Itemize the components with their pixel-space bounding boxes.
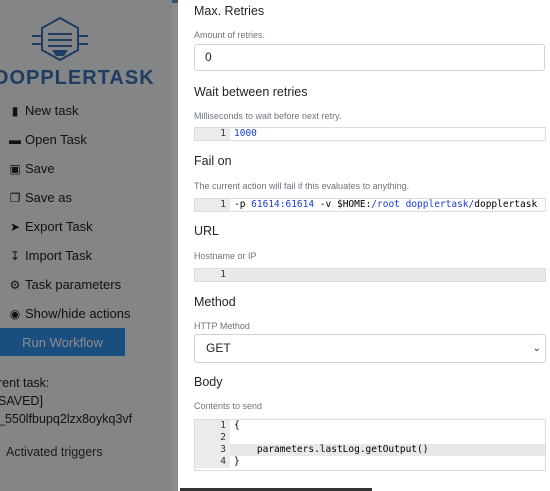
code-line: 2 — [195, 432, 545, 444]
fail-on-help: The current action will fail if this eva… — [194, 181, 410, 191]
code-text: 1000 — [234, 128, 257, 139]
current-task-id: _550lfbupq2lzx8oykq3vf — [0, 412, 133, 426]
method-help: HTTP Method — [194, 321, 250, 331]
activated-triggers-link[interactable]: Activated triggers — [6, 445, 103, 459]
wait-between-retries-label: Wait between retries — [194, 85, 308, 99]
save-icon: ▣ — [9, 161, 21, 176]
sidebar-item-open-task[interactable]: ▬ Open Task — [0, 125, 172, 154]
run-workflow-button[interactable]: Run Workflow — [0, 328, 125, 356]
logo-text: DOPPLERTASK — [0, 67, 155, 89]
code-line: 1 { — [195, 420, 545, 432]
export-icon: ➤ — [9, 219, 21, 234]
action-settings-panel: Max. Retries Amount of retries. 0 Wait b… — [178, 0, 550, 491]
file-icon: ▮ — [11, 103, 19, 118]
wait-between-retries-editor[interactable]: 1 1000 — [194, 127, 546, 141]
sidebar-item-save-as[interactable]: ❐ Save as — [0, 183, 172, 212]
max-retries-label: Max. Retries — [194, 4, 265, 18]
sidebar-item-label: Open Task — [25, 132, 87, 147]
import-icon: ↧ — [9, 248, 21, 263]
body-editor[interactable]: 1 { 2 3 parameters.lastLog.getOutput() 4… — [194, 419, 546, 471]
sidebar-item-label: Save as — [25, 190, 72, 205]
line-number: 1 — [195, 199, 230, 211]
logo-icon — [32, 16, 88, 62]
code-line: 4 } — [195, 456, 545, 468]
sidebar-item-label: Save — [25, 161, 55, 176]
sidebar-item-label: Show/hide actions — [25, 306, 131, 321]
max-retries-input[interactable]: 0 — [194, 44, 545, 71]
url-help: Hostname or IP — [194, 251, 257, 261]
http-method-value: GET — [206, 341, 231, 355]
current-task-info: rent task: SAVED] _550lfbupq2lzx8oykq3vf — [0, 374, 132, 428]
line-number: 1 — [195, 128, 230, 140]
fail-on-editor[interactable]: 1 -p 61614:61614 -v $HOME:/root dopplert… — [194, 198, 546, 212]
toggle-icon: ◉ — [9, 306, 21, 321]
sidebar-item-show-hide-actions[interactable]: ◉ Show/hide actions — [0, 299, 172, 328]
sidebar-item-import-task[interactable]: ↧ Import Task — [0, 241, 172, 270]
sidebar-item-task-parameters[interactable]: ⚙ Task parameters — [0, 270, 172, 299]
folder-open-icon: ▬ — [9, 132, 21, 147]
fail-on-label: Fail on — [194, 154, 232, 168]
sidebar-item-label: New task — [25, 103, 79, 118]
sidebar-item-new-task[interactable]: ▮ New task — [0, 96, 172, 125]
body-help: Contents to send — [194, 401, 263, 411]
current-task-label: rent task: — [0, 376, 50, 390]
gear-icon: ⚙ — [9, 277, 21, 292]
sidebar-item-label: Task parameters — [25, 277, 122, 292]
wait-between-retries-help: Milliseconds to wait before next retry. — [194, 111, 342, 121]
http-method-select[interactable]: GET ⌄ — [194, 334, 546, 363]
sidebar-item-label: Import Task — [25, 248, 92, 263]
chevron-down-icon: ⌄ — [532, 343, 541, 354]
sidebar-item-label: Export Task — [25, 219, 93, 234]
url-label: URL — [194, 224, 220, 238]
body-label: Body — [194, 375, 223, 389]
code-line: 3 parameters.lastLog.getOutput() — [195, 444, 545, 456]
current-task-status: SAVED] — [0, 394, 43, 408]
sidebar-item-save[interactable]: ▣ Save — [0, 154, 172, 183]
copy-icon: ❐ — [9, 190, 21, 205]
method-label: Method — [194, 295, 236, 309]
url-editor[interactable]: 1 — [194, 268, 546, 282]
code-text: -p 61614:61614 -v $HOME:/root dopplertas… — [234, 199, 538, 210]
line-number: 1 — [195, 269, 230, 281]
sidebar-nav: ▮ New task ▬ Open Task ▣ Save ❐ Save as … — [0, 96, 172, 328]
sidebar-item-export-task[interactable]: ➤ Export Task — [0, 212, 172, 241]
sidebar: DOPPLERTASK ▮ New task ▬ Open Task ▣ Sav… — [0, 0, 172, 491]
max-retries-help: Amount of retries. — [194, 30, 266, 40]
